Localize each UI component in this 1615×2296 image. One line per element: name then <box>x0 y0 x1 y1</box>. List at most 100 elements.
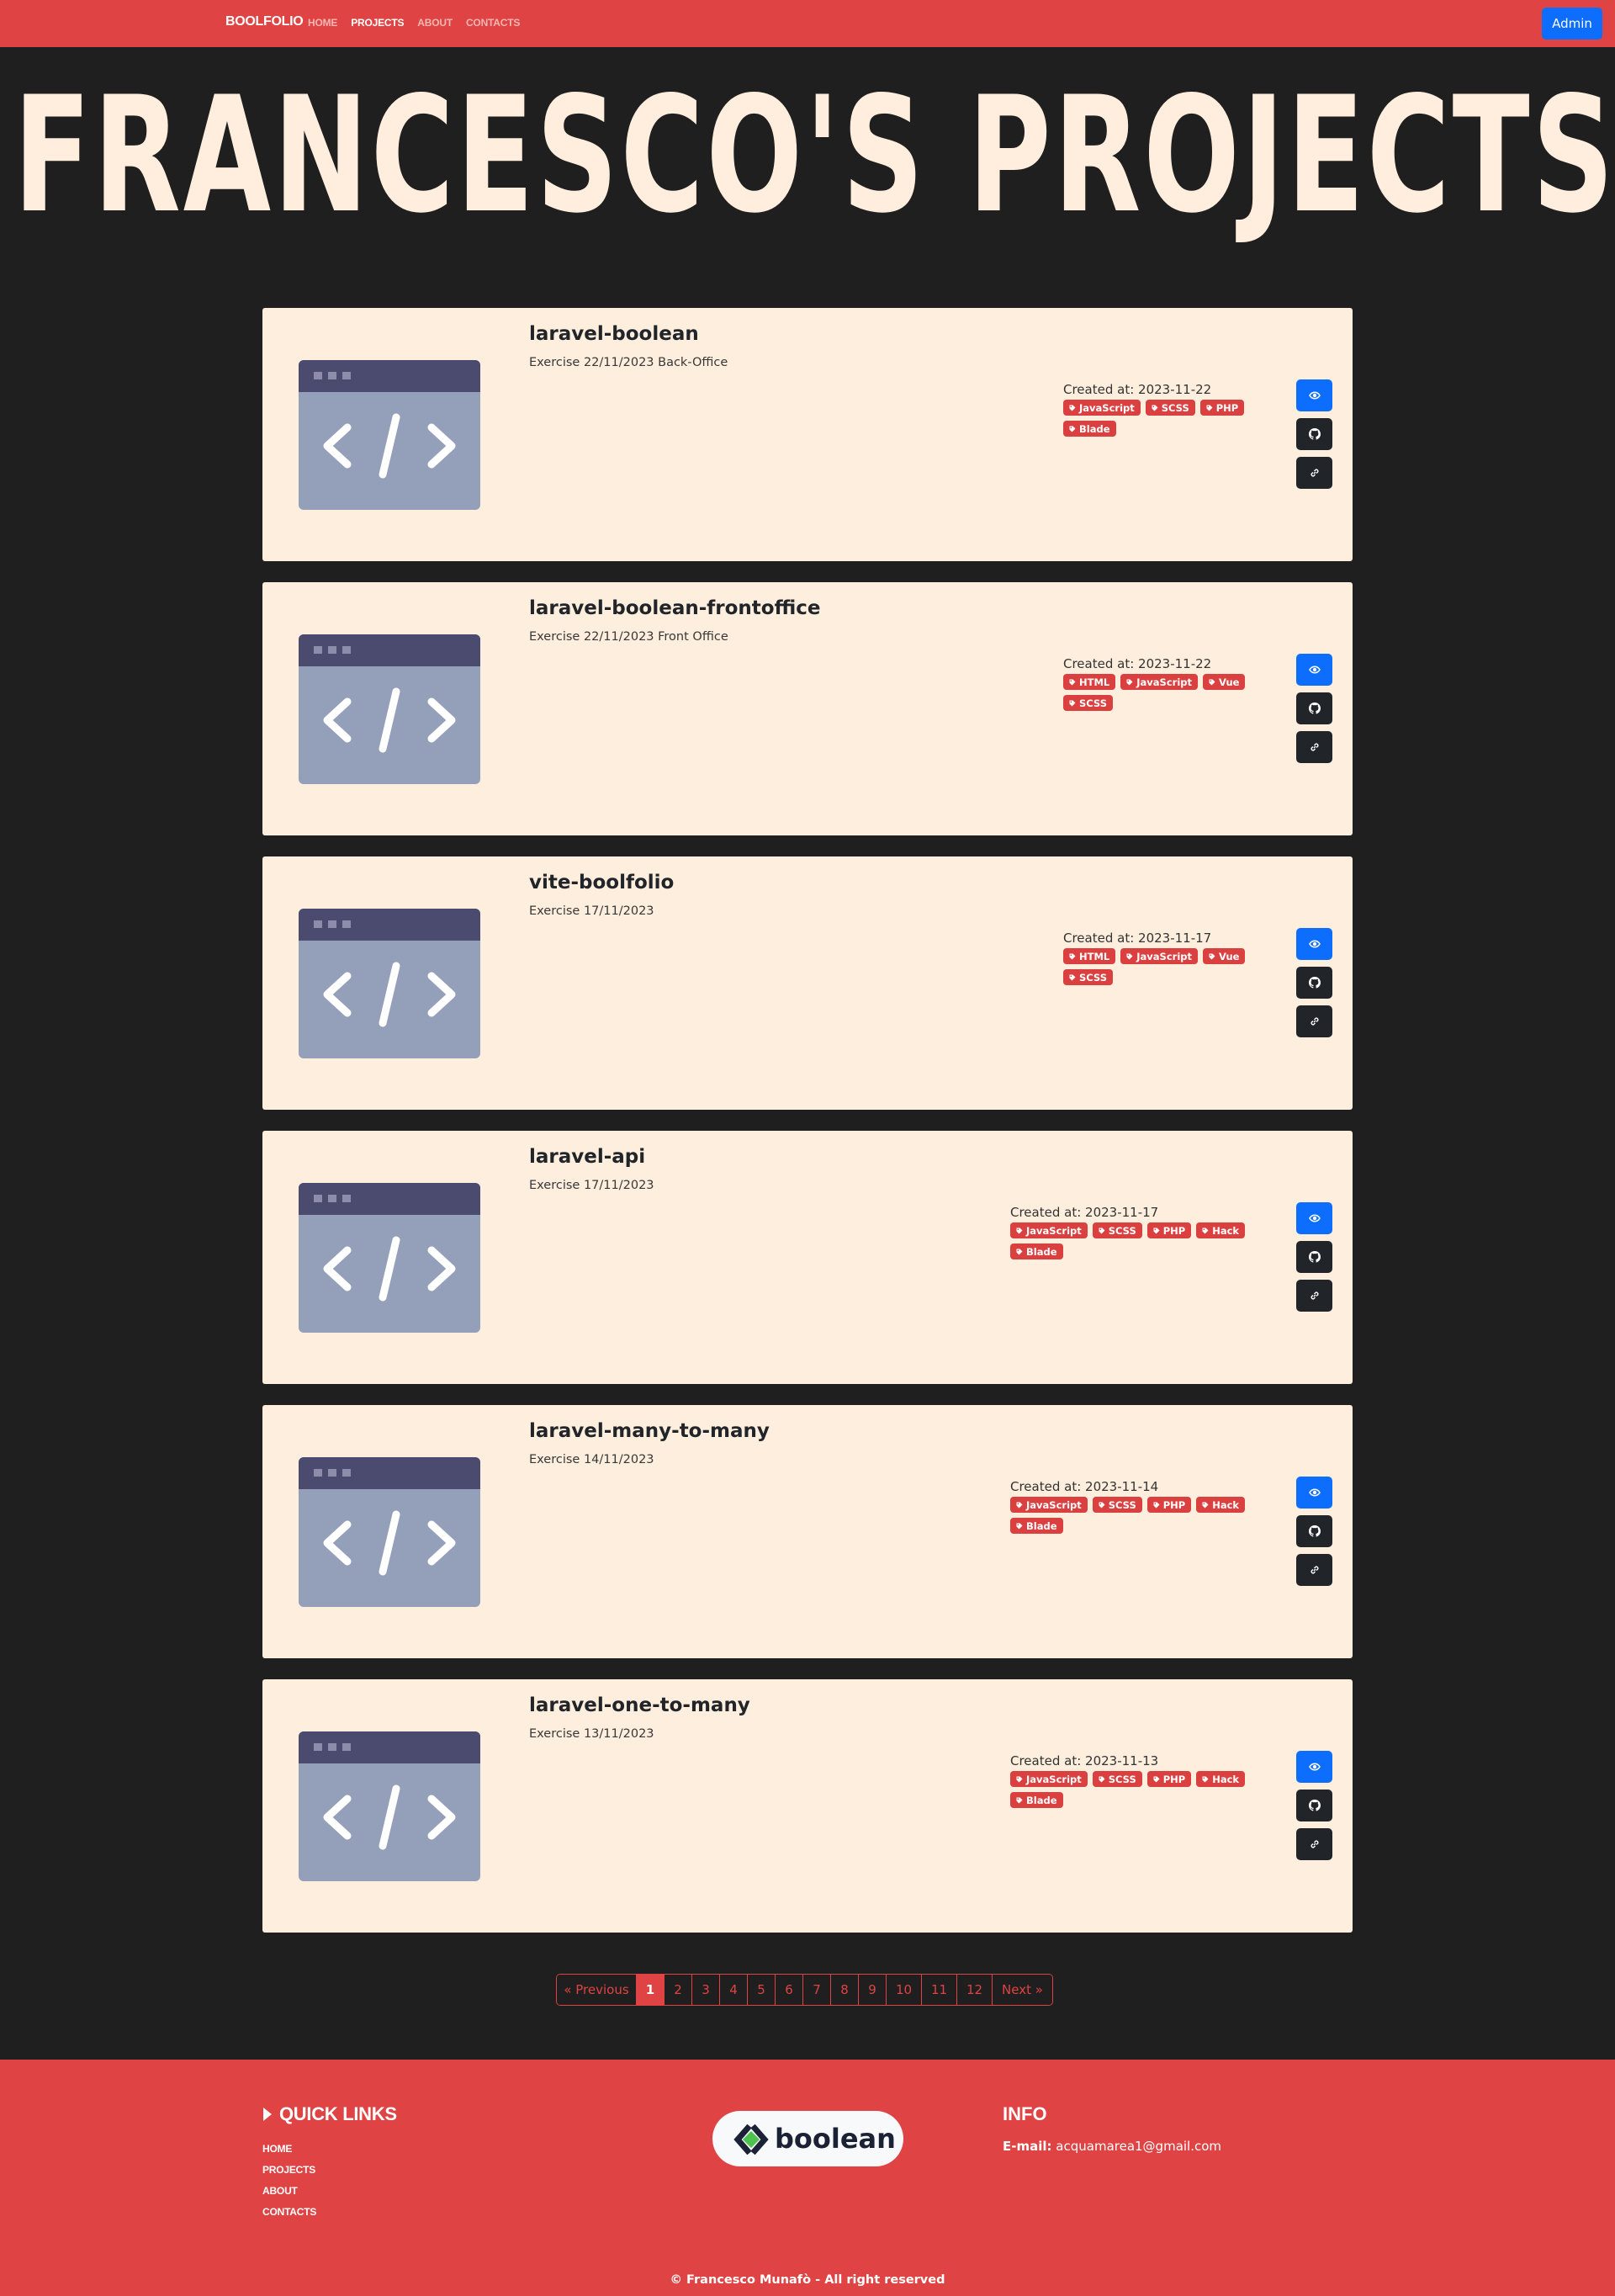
technology-tag: SCSS <box>1092 1497 1142 1513</box>
external-link-button[interactable] <box>1296 1005 1332 1037</box>
pagination: « Previous 1 2 3 4 5 6 7 8 9 10 11 12 Next » <box>556 1974 1053 2006</box>
github-button[interactable] <box>1296 967 1332 999</box>
project-title[interactable]: laravel-boolean <box>529 323 699 345</box>
project-card: laravel-boolean-frontoffice Exercise 22/1… <box>262 582 1353 835</box>
page-link-8[interactable]: 8 <box>831 1975 859 2005</box>
window-dot <box>328 920 336 928</box>
next-page-button[interactable]: Next » <box>993 1975 1052 2005</box>
page-link-11[interactable]: 11 <box>922 1975 957 2005</box>
technology-tag: Vue <box>1203 948 1246 964</box>
github-button[interactable] <box>1296 1241 1332 1273</box>
project-description: Exercise 22/11/2023 Back-Office <box>529 356 728 369</box>
tag-icon <box>1126 679 1133 685</box>
project-title[interactable]: vite-boolfolio <box>529 872 674 893</box>
tag-label: PHP <box>1215 401 1239 414</box>
page-link-2[interactable]: 2 <box>665 1975 692 2005</box>
eye-icon <box>1308 1763 1321 1771</box>
previous-page-button[interactable]: « Previous <box>557 1975 637 2005</box>
page-link-3[interactable]: 3 <box>692 1975 720 2005</box>
project-title[interactable]: laravel-api <box>529 1146 645 1168</box>
window-dot <box>328 1469 336 1477</box>
technology-tag: HTML <box>1063 674 1116 690</box>
tag-label: JavaScript <box>1026 1498 1082 1511</box>
technology-tag: Blade <box>1063 421 1116 437</box>
view-project-button[interactable] <box>1296 1751 1332 1783</box>
page-link-5[interactable]: 5 <box>748 1975 776 2005</box>
technology-tag: JavaScript <box>1010 1222 1088 1238</box>
page-link-10[interactable]: 10 <box>887 1975 922 2005</box>
window-dot <box>314 1469 322 1477</box>
external-link-button[interactable] <box>1296 1828 1332 1860</box>
technology-tag: SCSS <box>1145 400 1195 416</box>
created-date: Created at: 2023-11-17 <box>1010 1205 1159 1220</box>
caret-right-icon <box>263 2108 272 2121</box>
brand-logo[interactable]: BOOLFOLIO <box>225 14 304 29</box>
window-dot <box>314 372 322 379</box>
github-button[interactable] <box>1296 1790 1332 1821</box>
view-project-button[interactable] <box>1296 654 1332 686</box>
tag-list: JavaScript SCSS PHP Hack Blade <box>1010 1497 1263 1534</box>
view-project-button[interactable] <box>1296 379 1332 411</box>
project-title[interactable]: laravel-many-to-many <box>529 1420 770 1442</box>
page-link-1[interactable]: 1 <box>637 1975 665 2005</box>
thumbnail-window-bar <box>299 1731 480 1763</box>
github-icon <box>1308 1525 1321 1537</box>
view-project-button[interactable] <box>1296 928 1332 960</box>
project-thumbnail <box>299 360 480 510</box>
footer-link-projects[interactable]: PROJECTS <box>262 2160 316 2181</box>
tag-label: Vue <box>1219 676 1240 688</box>
email-address[interactable]: acquamarea1@gmail.com <box>1056 2139 1221 2154</box>
window-dot <box>328 1743 336 1751</box>
nav-link-contacts[interactable]: CONTACTS <box>466 17 520 29</box>
github-button[interactable] <box>1296 1515 1332 1547</box>
created-date: Created at: 2023-11-13 <box>1010 1753 1159 1768</box>
email-label: E-mail: <box>1003 2139 1052 2154</box>
technology-tag: JavaScript <box>1010 1497 1088 1513</box>
project-description: Exercise 22/11/2023 Front Office <box>529 630 728 644</box>
project-title[interactable]: laravel-boolean-frontoffice <box>529 597 820 619</box>
thumbnail-window-bar <box>299 360 480 392</box>
tag-icon <box>1099 1502 1105 1508</box>
tag-label: PHP <box>1162 1773 1186 1785</box>
footer-link-home[interactable]: HOME <box>262 2139 316 2160</box>
tag-icon <box>1069 953 1076 959</box>
quick-links-heading: QUICK LINKS <box>262 2103 397 2125</box>
technology-tag: JavaScript <box>1010 1771 1088 1787</box>
link-icon <box>1310 1566 1319 1574</box>
nav-link-projects[interactable]: PROJECTS <box>351 17 404 29</box>
tag-icon <box>1069 405 1076 411</box>
view-project-button[interactable] <box>1296 1202 1332 1234</box>
github-button[interactable] <box>1296 692 1332 724</box>
external-link-button[interactable] <box>1296 731 1332 763</box>
tag-icon <box>1016 1797 1023 1803</box>
eye-icon <box>1308 391 1321 400</box>
created-date: Created at: 2023-11-14 <box>1010 1479 1159 1494</box>
tag-label: PHP <box>1162 1498 1186 1511</box>
technology-tag: SCSS <box>1063 695 1113 711</box>
external-link-button[interactable] <box>1296 457 1332 489</box>
nav-links: HOME PROJECTS ABOUT CONTACTS <box>308 17 520 29</box>
view-project-button[interactable] <box>1296 1477 1332 1509</box>
nav-link-home[interactable]: HOME <box>308 17 337 29</box>
page-link-4[interactable]: 4 <box>720 1975 748 2005</box>
footer-link-about[interactable]: ABOUT <box>262 2181 316 2202</box>
nav-link-about[interactable]: ABOUT <box>417 17 453 29</box>
quick-links-list: HOME PROJECTS ABOUT CONTACTS <box>262 2139 316 2223</box>
external-link-button[interactable] <box>1296 1280 1332 1312</box>
page-link-7[interactable]: 7 <box>803 1975 831 2005</box>
code-window-icon <box>323 1236 456 1302</box>
page-link-6[interactable]: 6 <box>776 1975 803 2005</box>
project-card: vite-boolfolio Exercise 17/11/2023 Created… <box>262 856 1353 1110</box>
external-link-button[interactable] <box>1296 1554 1332 1586</box>
github-button[interactable] <box>1296 418 1332 450</box>
tag-label: Hack <box>1212 1498 1240 1511</box>
page-link-9[interactable]: 9 <box>859 1975 887 2005</box>
project-description: Exercise 17/11/2023 <box>529 904 654 918</box>
project-title[interactable]: laravel-one-to-many <box>529 1694 750 1716</box>
page-link-12[interactable]: 12 <box>957 1975 993 2005</box>
github-icon <box>1308 703 1321 714</box>
admin-button[interactable]: Admin <box>1542 8 1602 40</box>
code-window-icon <box>323 687 456 753</box>
created-date: Created at: 2023-11-17 <box>1063 931 1212 946</box>
footer-link-contacts[interactable]: CONTACTS <box>262 2202 316 2223</box>
